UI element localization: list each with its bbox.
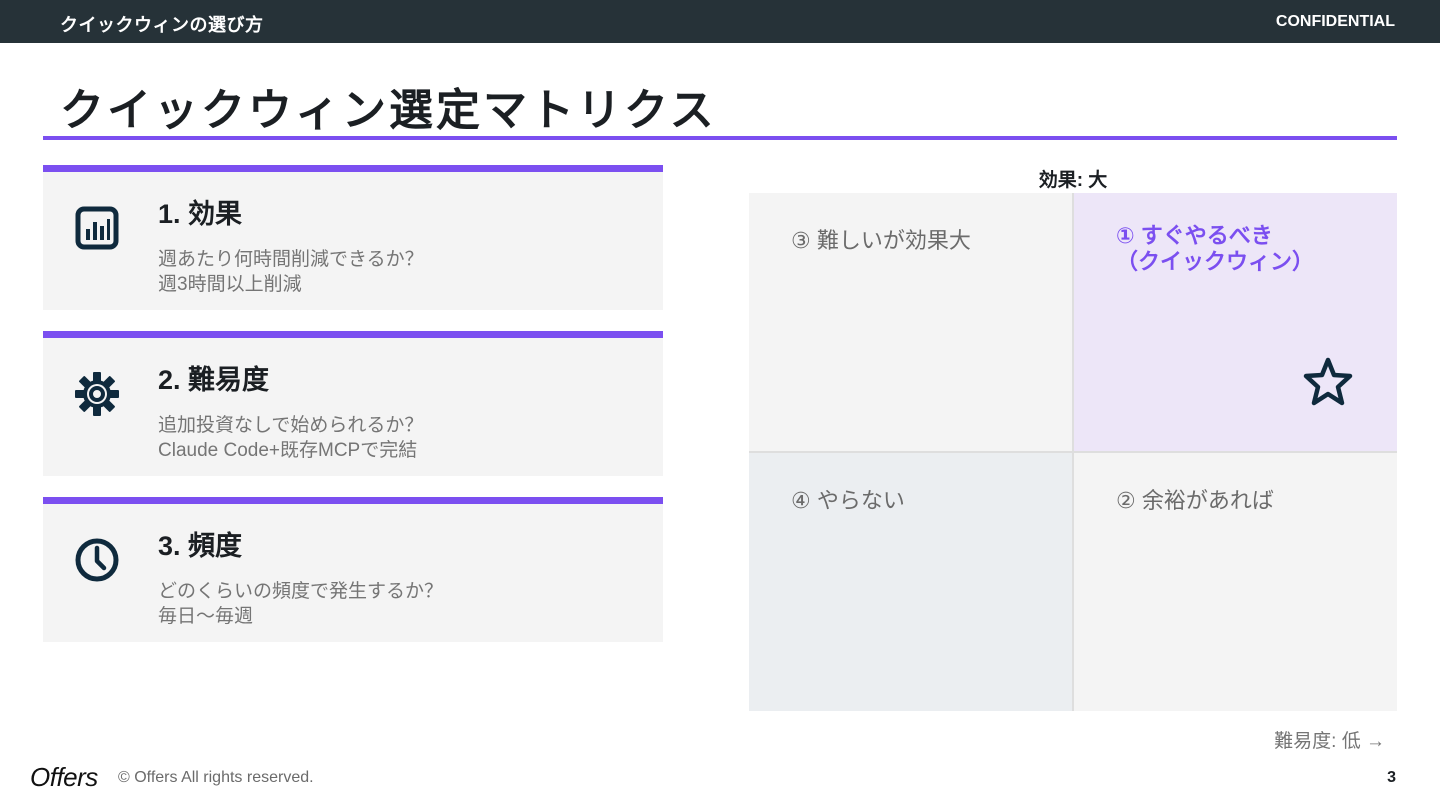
title-underline bbox=[43, 136, 1397, 140]
quadrant-label-line1: ① すぐやるべき bbox=[1116, 223, 1273, 248]
card-question: 追加投資なしで始められるか？ bbox=[158, 415, 424, 436]
gear-icon bbox=[75, 372, 119, 416]
card-criterion: 週3時間以上削減 bbox=[158, 274, 302, 295]
confidential-label: CONFIDENTIAL bbox=[1275, 13, 1395, 30]
quadrant-label-quick-win: ① すぐやるべき （クイックウィン） bbox=[1116, 223, 1314, 275]
page-title: クイックウィン選定マトリクス bbox=[60, 86, 717, 135]
section-title: クイックウィンの選び方 bbox=[60, 15, 264, 35]
matrix-divider-horizontal bbox=[749, 451, 1397, 453]
card-question: どのくらいの頻度で発生するか？ bbox=[158, 581, 444, 602]
offers-logo: Offers bbox=[30, 762, 98, 792]
star-icon bbox=[1303, 357, 1353, 406]
bar-chart-icon bbox=[75, 206, 119, 250]
matrix-axis-effect-label: 効果: 大 bbox=[1038, 170, 1108, 191]
quadrant-label: ④ やらない bbox=[791, 488, 905, 513]
clock-icon bbox=[75, 538, 119, 582]
card-question: 週あたり何時間削減できるか？ bbox=[158, 249, 424, 270]
criteria-card-difficulty: 2. 難易度 追加投資なしで始められるか？ Claude Code+既存MCPで… bbox=[43, 331, 663, 476]
copyright: © Offers All rights reserved. bbox=[118, 769, 314, 786]
criteria-card-effect: 1. 効果 週あたり何時間削減できるか？ 週3時間以上削減 bbox=[43, 165, 663, 310]
quadrant-3: ③ 難しいが効果大 bbox=[749, 193, 1072, 451]
card-criterion: Claude Code+既存MCPで完結 bbox=[158, 440, 418, 461]
page-number: 3 bbox=[1387, 769, 1396, 786]
quadrant-label-line2: （クイックウィン） bbox=[1116, 249, 1315, 274]
matrix-axis-difficulty-label: 難易度: 低 → bbox=[1274, 731, 1385, 752]
quadrant-2: ② 余裕があれば bbox=[1074, 453, 1397, 711]
quadrant-label: ② 余裕があれば bbox=[1116, 488, 1274, 513]
quadrant-label: ③ 難しいが効果大 bbox=[791, 228, 971, 253]
criteria-card-frequency: 3. 頻度 どのくらいの頻度で発生するか？ 毎日〜毎週 bbox=[43, 497, 663, 642]
quadrant-1: ① すぐやるべき （クイックウィン） bbox=[1074, 193, 1397, 451]
card-criterion: 毎日〜毎週 bbox=[158, 606, 254, 627]
top-bar: クイックウィンの選び方 CONFIDENTIAL bbox=[0, 0, 1440, 43]
card-heading: 1. 効果 bbox=[158, 199, 243, 229]
card-heading: 3. 頻度 bbox=[158, 531, 243, 561]
card-heading: 2. 難易度 bbox=[158, 365, 270, 395]
quadrant-4: ④ やらない bbox=[749, 453, 1072, 711]
